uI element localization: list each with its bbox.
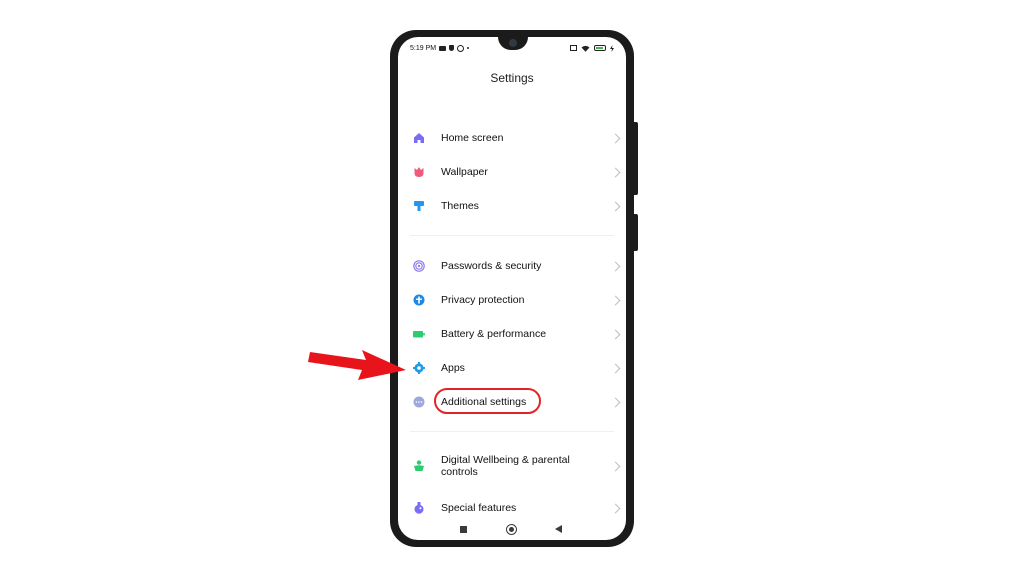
bulb-icon [457, 44, 465, 52]
status-time: 5:19 PM [410, 44, 437, 52]
settings-item-special-features[interactable]: Special features [398, 495, 626, 521]
volume-button [634, 122, 638, 195]
privacy-icon [413, 294, 425, 306]
brush-icon [413, 200, 425, 212]
phone-screen: 5:19 PM Settings Home screen Wallpaper T… [398, 37, 626, 540]
settings-item-label: Special features [441, 502, 517, 514]
status-bar: 5:19 PM [410, 42, 614, 54]
navigation-bar [398, 520, 626, 540]
phone-frame: 5:19 PM Settings Home screen Wallpaper T… [390, 30, 634, 547]
settings-item-label: Apps [441, 362, 465, 374]
chevron-right-icon [610, 261, 621, 271]
chevron-right-icon [610, 295, 621, 305]
sim-icon [570, 45, 577, 51]
settings-item-privacy-protection[interactable]: Privacy protection [398, 287, 626, 313]
section-divider [410, 235, 614, 236]
settings-item-apps[interactable]: Apps [398, 355, 626, 381]
home-button[interactable] [506, 524, 517, 535]
chevron-right-icon [610, 461, 621, 471]
home-button-dot-icon [509, 527, 514, 532]
settings-item-passwords-security[interactable]: Passwords & security [398, 253, 626, 279]
chevron-right-icon [610, 503, 621, 513]
chevron-right-icon [610, 329, 621, 339]
more-icon [413, 396, 425, 408]
battery-status-icon [594, 45, 606, 51]
red-arrow-pointer [308, 350, 406, 380]
tulip-icon [413, 166, 425, 178]
settings-item-themes[interactable]: Themes [398, 193, 626, 219]
settings-item-label: Wallpaper [441, 166, 488, 178]
settings-item-home-screen[interactable]: Home screen [398, 125, 626, 151]
settings-item-label: Themes [441, 200, 479, 212]
shield-icon [449, 45, 455, 51]
chevron-right-icon [610, 201, 621, 211]
gear-icon [413, 362, 425, 374]
wifi-icon [581, 45, 590, 52]
section-divider [410, 431, 614, 432]
fingerprint-icon [413, 260, 425, 272]
potion-icon [413, 502, 425, 514]
settings-item-label: Digital Wellbeing & parental controls [441, 454, 570, 478]
back-button[interactable] [555, 525, 562, 533]
settings-item-label: Passwords & security [441, 260, 542, 272]
dot-icon [467, 47, 470, 49]
chevron-right-icon [610, 397, 621, 407]
chevron-right-icon [610, 167, 621, 177]
wellbeing-icon [413, 460, 425, 472]
highlight-ring [434, 388, 541, 414]
settings-item-label: Home screen [441, 132, 504, 144]
video-camera-icon [439, 45, 447, 51]
home-icon [413, 132, 425, 144]
page-title: Settings [490, 71, 534, 85]
settings-item-battery-performance[interactable]: Battery & performance [398, 321, 626, 347]
settings-item-digital-wellbeing[interactable]: Digital Wellbeing & parental controls [398, 449, 626, 483]
recents-button[interactable] [460, 526, 467, 533]
settings-item-label: Privacy protection [441, 294, 525, 306]
chevron-right-icon [610, 363, 621, 373]
chevron-right-icon [610, 133, 621, 143]
battery-icon [413, 328, 425, 340]
power-button [634, 214, 638, 251]
settings-item-label: Battery & performance [441, 328, 547, 340]
charging-icon [610, 44, 614, 52]
settings-item-wallpaper[interactable]: Wallpaper [398, 159, 626, 185]
